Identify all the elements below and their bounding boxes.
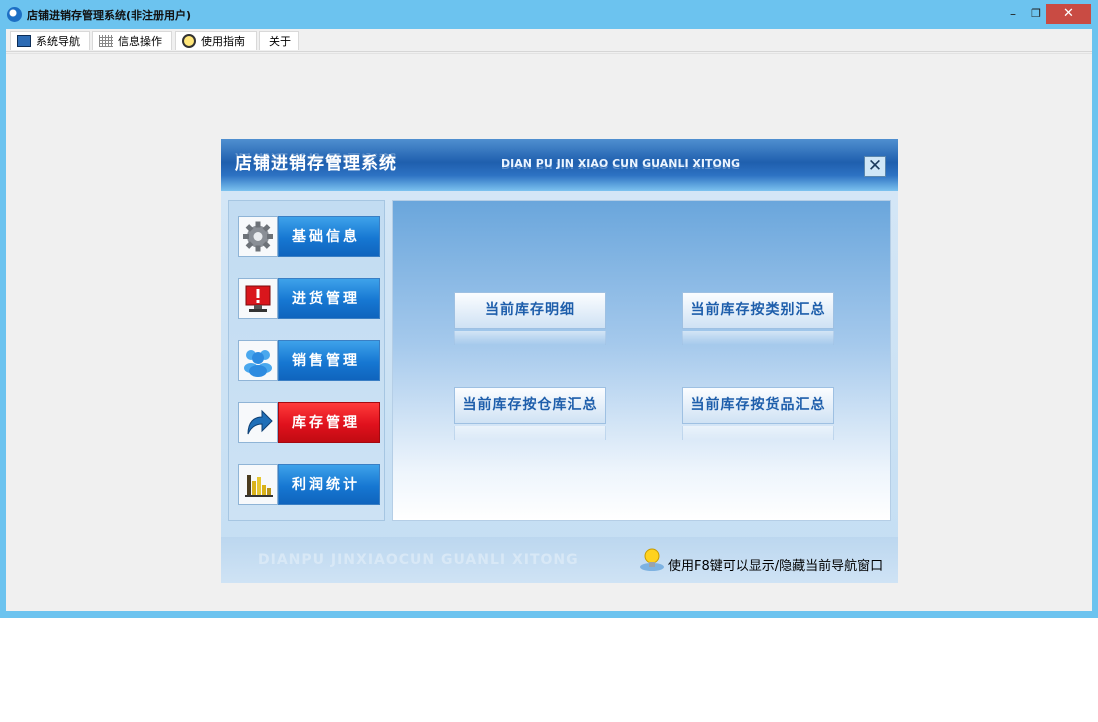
minimize-button[interactable]: – — [1000, 4, 1026, 24]
gear-icon — [238, 216, 278, 257]
nav-button-basic-info[interactable]: 基础信息 — [238, 216, 380, 257]
nav-label: 销售管理 — [278, 340, 380, 381]
footer-tip: 使用F8键可以显示/隐藏当前导航窗口 — [668, 559, 884, 574]
nav-label: 进货管理 — [278, 278, 380, 319]
window-title: 店铺进销存管理系统(非注册用户) — [27, 9, 192, 22]
nav-button-sales[interactable]: 销售管理 — [238, 340, 380, 381]
nav-sidebar: 基础信息 进货管理 销售管理 库存管理 利润统计 — [228, 200, 385, 521]
restore-button[interactable]: ❐ — [1026, 4, 1046, 24]
lightbulb-icon — [639, 547, 665, 573]
nav-button-purchasing[interactable]: 进货管理 — [238, 278, 380, 319]
divider — [6, 53, 1092, 54]
monitor-alert-icon — [238, 278, 278, 319]
dialog-title-reflection: 店铺进销存管理系统 — [235, 151, 397, 163]
action-stock-by-warehouse-button[interactable]: 当前库存按仓库汇总 — [454, 387, 606, 424]
dialog-close-button[interactable]: ✕ — [864, 156, 886, 177]
menu-item-system-nav[interactable]: 系统导航 — [10, 31, 90, 50]
monitor-icon — [17, 35, 31, 47]
menu-item-user-guide[interactable]: 使用指南 — [175, 31, 257, 50]
menu-item-info-ops[interactable]: 信息操作 — [92, 31, 172, 50]
grid-icon — [99, 35, 113, 47]
menu-label: 使用指南 — [201, 35, 245, 48]
bar-chart-icon — [238, 464, 278, 505]
action-stock-by-product-button[interactable]: 当前库存按货品汇总 — [682, 387, 834, 424]
button-reflection — [454, 426, 606, 440]
close-button[interactable]: ✕ — [1046, 4, 1091, 24]
dialog-subtitle-reflection: DIAN PU JIN XIAO CUN GUANLI XITONG — [501, 162, 741, 170]
nav-label: 利润统计 — [278, 464, 380, 505]
nav-label: 基础信息 — [278, 216, 380, 257]
nav-button-profit[interactable]: 利润统计 — [238, 464, 380, 505]
nav-label: 库存管理 — [278, 402, 380, 443]
menu-label: 关于 — [269, 35, 291, 48]
button-reflection — [682, 426, 834, 440]
dialog-footer: DIANPU JINXIAOCUN GUANLI XITONG 使用F8键可以显… — [221, 537, 898, 583]
users-icon — [238, 340, 278, 381]
menu-item-about[interactable]: 关于 — [259, 31, 299, 50]
footer-watermark: DIANPU JINXIAOCUN GUANLI XITONG — [258, 552, 579, 568]
title-bar[interactable]: 店铺进销存管理系统(非注册用户) – ❐ ✕ — [0, 0, 1098, 29]
button-reflection — [454, 331, 606, 345]
menu-label: 信息操作 — [118, 35, 162, 48]
menu-label: 系统导航 — [36, 35, 80, 48]
arrow-icon — [238, 402, 278, 443]
inventory-panel: 当前库存明细 当前库存按类别汇总 当前库存按仓库汇总 当前库存按货品汇总 — [392, 200, 891, 521]
nav-dialog: 店铺进销存管理系统 店铺进销存管理系统 DIAN PU JIN XIAO CUN… — [221, 139, 898, 583]
action-stock-detail-button[interactable]: 当前库存明细 — [454, 292, 606, 329]
clock-icon — [182, 34, 196, 48]
menu-bar: 系统导航 信息操作 使用指南 关于 — [6, 29, 1092, 52]
action-stock-by-category-button[interactable]: 当前库存按类别汇总 — [682, 292, 834, 329]
dialog-header[interactable]: 店铺进销存管理系统 店铺进销存管理系统 DIAN PU JIN XIAO CUN… — [221, 139, 898, 191]
button-reflection — [682, 331, 834, 345]
app-icon — [7, 7, 22, 22]
nav-button-inventory[interactable]: 库存管理 — [238, 402, 380, 443]
